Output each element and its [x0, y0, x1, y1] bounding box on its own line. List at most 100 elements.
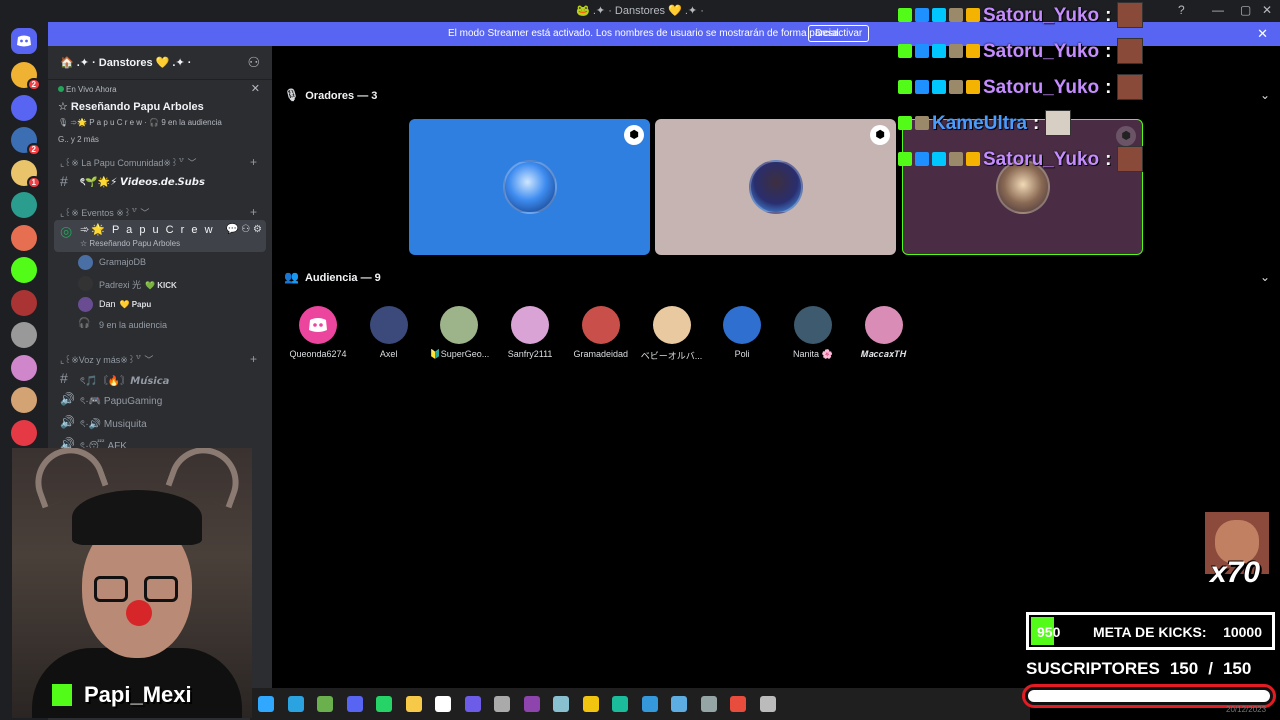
server-icon[interactable] — [11, 289, 37, 316]
discord-home-icon[interactable] — [11, 28, 37, 54]
taskbar-app-icon[interactable] — [317, 696, 333, 712]
audience-member[interactable]: Axel — [351, 306, 427, 359]
category-eventos[interactable]: ⌞꒰※ Eventos ※꒱꒷ ﹀ + — [60, 205, 257, 219]
taskbar-app-icon[interactable] — [435, 696, 451, 712]
taskbar-app-icon[interactable] — [494, 696, 510, 712]
stage-channel-icon: ◎ — [60, 223, 73, 239]
chat-badge-icon — [898, 152, 912, 166]
taskbar-app-icon[interactable] — [258, 696, 274, 712]
audience-member[interactable]: Queonda6274 — [280, 306, 356, 359]
taskbar-app-icon[interactable] — [376, 696, 392, 712]
speaker-icon: 🔊 — [60, 415, 75, 429]
subs-current: 150 — [1169, 659, 1199, 678]
server-icon[interactable] — [11, 419, 37, 446]
chat-username: Satoru_Yuko — [983, 5, 1100, 26]
taskbar-app-icon[interactable] — [700, 696, 717, 712]
server-icon[interactable] — [11, 192, 37, 218]
user-tag: 💚 KICK — [145, 281, 177, 290]
audience-member[interactable]: Poli — [704, 306, 780, 359]
add-channel-icon[interactable]: + — [250, 352, 257, 366]
user-name-text: Dan — [99, 299, 116, 309]
channel-label: ➾🌟 P a p u C r e w — [80, 224, 215, 236]
audience-member[interactable]: Gramadeidad — [563, 306, 639, 359]
subs-label: SUSCRIPTORES — [1026, 659, 1160, 678]
speaker-tile[interactable]: ⬢ — [655, 119, 896, 255]
audience-icon: 👥 — [284, 270, 299, 284]
audience-member[interactable]: Sanfry2111 — [492, 306, 568, 359]
server-icon[interactable] — [11, 257, 37, 283]
live-event-card[interactable]: En Vivo Ahora ☆ Reseñando Papu Arboles 🎙… — [54, 82, 266, 150]
taskbar-app-icon[interactable] — [346, 696, 363, 712]
taskbar-app-icon[interactable] — [405, 696, 422, 712]
glasses-left — [94, 576, 128, 602]
taskbar-app-icon[interactable] — [523, 696, 540, 712]
taskbar-app-icon[interactable] — [730, 696, 746, 712]
taskbar-app-icon[interactable] — [612, 696, 628, 712]
subs-sep: / — [1208, 659, 1213, 678]
audience-member[interactable]: Nanita 🌸 — [775, 306, 851, 360]
server-icon[interactable]: 2 — [11, 127, 41, 156]
server-icon[interactable] — [11, 354, 37, 381]
add-channel-icon[interactable]: + — [250, 205, 257, 219]
server-name: 🏠 .✦ · Danstores 💛 .✦ · — [60, 57, 192, 69]
avatar — [299, 306, 337, 344]
chat-badge-icon — [898, 116, 912, 130]
taskbar-app-icon[interactable] — [464, 696, 481, 712]
audience-member[interactable]: ベビーオルバ... — [634, 306, 710, 362]
maximize-icon[interactable]: ▢ — [1240, 3, 1251, 17]
channel-musiquita[interactable]: 🔊 ৎ·🔊 Musiquita — [54, 412, 266, 434]
speaker-tile[interactable]: ⬢ — [902, 119, 1143, 255]
add-channel-icon[interactable]: + — [250, 155, 257, 169]
user-name: GramajoDB — [99, 257, 146, 267]
gear-icon[interactable]: ⚙ — [253, 224, 262, 235]
taskbar-app-icon[interactable] — [671, 696, 687, 712]
server-icon[interactable] — [11, 322, 37, 348]
invite-icon[interactable]: ⚇ — [241, 224, 250, 235]
chevron-down-icon[interactable]: ⌄ — [1260, 88, 1270, 102]
audience-member[interactable]: 𝑴𝒂𝒄𝒄𝒂𝒙𝑻𝑯 — [846, 306, 922, 360]
chat-badge-icon — [966, 152, 980, 166]
speaker-tile[interactable]: ⬢ — [409, 119, 650, 255]
channel-stage-papu-crew[interactable]: ◎ ➾🌟 P a p u C r e w ☆ Reseñando Papu Ar… — [54, 220, 266, 252]
help-icon[interactable]: ? — [1178, 3, 1185, 17]
channel-papugaming[interactable]: 🔊 ৎ·🎮 PapuGaming — [54, 389, 266, 411]
channel-label: ৎ🌱🌟⚡ 𝙑𝙞𝙙𝙚𝙤𝙨.𝙙𝙚.𝙎𝙪𝙗𝙨 — [80, 177, 205, 188]
server-icon[interactable] — [11, 224, 37, 251]
chevron-down-icon[interactable]: ⌄ — [1260, 270, 1270, 284]
disable-streamer-button[interactable]: Desactivar — [808, 25, 870, 42]
server-header[interactable]: 🏠 .✦ · Danstores 💛 .✦ · ⚇ — [48, 46, 272, 80]
channel-musica[interactable]: # ৎ🎵〘🔥〙𝙈𝙪́𝙨𝙞𝙘𝙖 — [54, 367, 266, 389]
server-icon[interactable] — [11, 387, 37, 413]
category-label: ⌞꒰※ La Papu Comunidad※꒱꒷ ﹀ — [60, 158, 197, 168]
chat-badge-icon — [949, 80, 963, 94]
chat-icon[interactable]: 💬 — [226, 224, 238, 235]
chat-badge-icon — [898, 8, 912, 22]
category-voz[interactable]: ⌞꒰※Voz y más※꒱꒷ ﹀ + — [60, 352, 257, 366]
text-channel-icon: # — [60, 173, 68, 189]
streamer-name: Papi_Mexi — [84, 682, 192, 707]
taskbar-app-icon[interactable] — [641, 696, 658, 712]
chat-badge-icon — [915, 44, 929, 58]
webcam-cap — [72, 490, 202, 545]
kick-goal-widget: 950 META DE KICKS: 10000 — [1026, 612, 1275, 650]
category-comunidad[interactable]: ⌞꒰※ La Papu Comunidad※꒱꒷ ﹀ + — [60, 155, 257, 169]
server-icon[interactable]: 2 — [11, 62, 41, 91]
close-banner-icon[interactable]: ✕ — [1257, 26, 1268, 42]
subs-goal: 150 — [1222, 659, 1252, 678]
taskbar-app-icon[interactable] — [553, 696, 569, 712]
speaker-avatar — [502, 160, 557, 214]
audience-member[interactable]: 🔰SuperGeo... — [421, 306, 497, 360]
user-name-text: Padrexi 光 — [99, 280, 142, 290]
taskbar-app-icon[interactable] — [759, 696, 776, 712]
server-icon[interactable] — [11, 94, 37, 121]
minimize-icon[interactable]: — — [1212, 3, 1224, 17]
close-window-icon[interactable]: ✕ — [1262, 3, 1272, 17]
taskbar-app-icon[interactable] — [287, 696, 304, 712]
clown-nose — [126, 600, 152, 626]
user-name: Dan 💛 Papu — [99, 299, 151, 309]
add-member-icon[interactable]: ⚇ — [247, 54, 260, 71]
channel-videos[interactable]: # ৎ🌱🌟⚡ 𝙑𝙞𝙙𝙚𝙤𝙨.𝙙𝙚.𝙎𝙪𝙗𝙨 — [54, 170, 266, 192]
taskbar-app-icon[interactable] — [582, 696, 599, 712]
dismiss-live-icon[interactable]: ✕ — [251, 82, 260, 95]
server-icon[interactable]: 1 — [11, 159, 41, 189]
